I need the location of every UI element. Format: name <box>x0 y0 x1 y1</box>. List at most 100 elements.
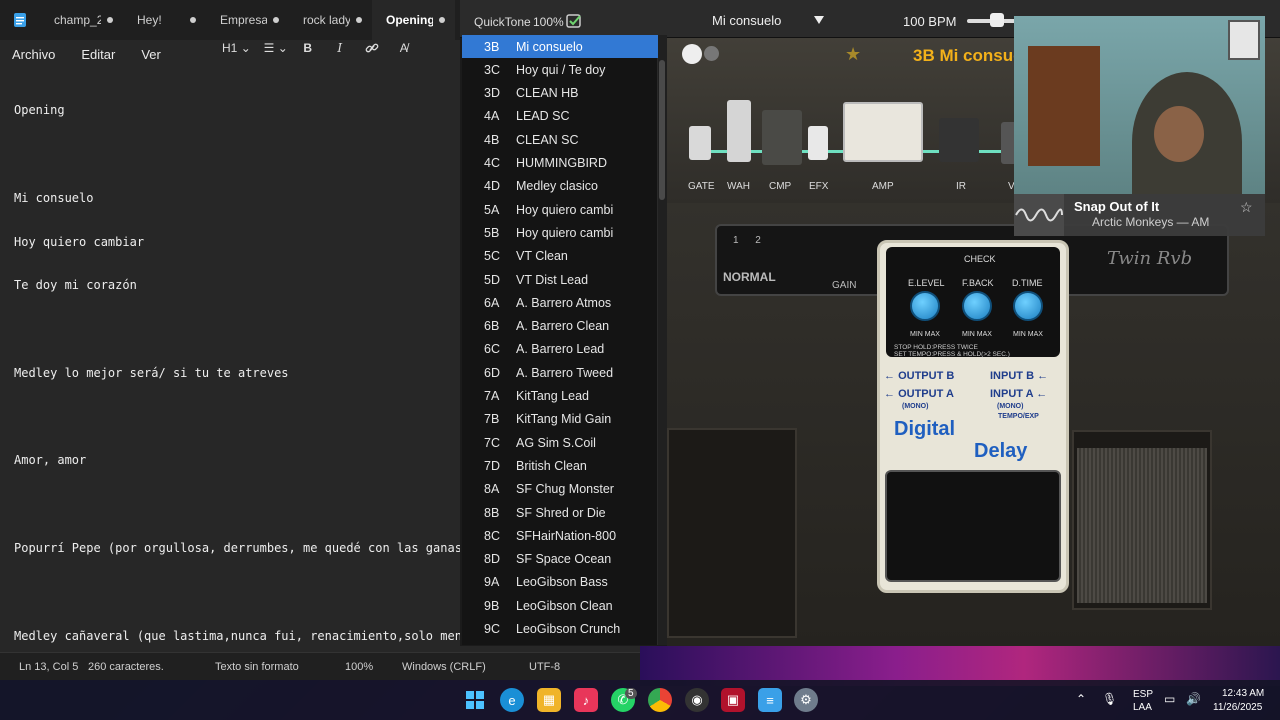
quicktone-label[interactable]: QuickTone <box>474 15 531 29</box>
preset-list-item[interactable]: 3C Hoy qui / Te doy <box>462 58 658 81</box>
preset-list-item[interactable]: 8D SF Space Ocean <box>462 548 658 571</box>
preset-list-item[interactable]: 4D Medley clasico <box>462 175 658 198</box>
italic-button[interactable]: I <box>327 37 353 59</box>
feedback-knob[interactable] <box>962 291 992 321</box>
gate-module[interactable] <box>689 126 711 160</box>
notepad-tab[interactable]: champ_21 <box>40 0 123 40</box>
preset-list: 3B Mi consuelo 3C Hoy qui / Te doy 3D CLEAN H… <box>462 35 658 645</box>
obs-icon[interactable]: ◉ <box>685 688 709 712</box>
heading-dropdown[interactable]: H1 ⌄ <box>222 37 251 59</box>
now-playing-card[interactable]: Snap Out of It Arctic Monkeys — AM ☆ <box>1014 194 1265 236</box>
menu-ver[interactable]: Ver <box>141 47 161 62</box>
menu-archivo[interactable]: Archivo <box>12 47 55 62</box>
preset-code: 9C <box>484 622 500 636</box>
music-icon[interactable]: ♪ <box>574 688 598 712</box>
preset-name: VT Dist Lead <box>516 272 589 287</box>
preset-list-item[interactable]: 4A LEAD SC <box>462 105 658 128</box>
input-b-label: INPUT B ← <box>990 370 1049 382</box>
link-button[interactable] <box>359 37 385 59</box>
char-count: 260 caracteres. <box>88 661 164 673</box>
preset-list-item[interactable]: 9C LeoGibson Crunch <box>462 618 658 641</box>
notepad-tab[interactable]: rock lady a <box>289 0 372 40</box>
home-icon[interactable] <box>704 46 719 61</box>
line-ending[interactable]: Windows (CRLF) <box>402 661 486 673</box>
start-icon[interactable] <box>463 688 487 712</box>
compressor-module[interactable] <box>762 110 802 165</box>
min-label: MIN <box>962 331 975 338</box>
amp-module[interactable] <box>843 102 923 162</box>
edge-icon[interactable]: e <box>500 688 524 712</box>
microphone-icon[interactable]: 🎙 <box>1102 692 1117 706</box>
e-level-knob[interactable] <box>910 291 940 321</box>
pedal-instructions: STOP HOLD:PRESS TWICE SET TEMPO:PRESS & H… <box>894 344 1010 358</box>
preset-list-item[interactable]: 6B A. Barrero Clean <box>462 315 658 338</box>
amp-app-icon[interactable]: ▣ <box>721 688 745 712</box>
preset-name: Hoy quiero cambi <box>516 202 614 217</box>
preset-list-item[interactable]: 3D CLEAN HB <box>462 82 658 105</box>
volume-icon[interactable]: 🔊 <box>1186 692 1201 706</box>
list-button[interactable]: ☰ ⌄ <box>263 37 289 59</box>
italic-icon: I <box>337 41 343 55</box>
preset-code: 7A <box>484 389 500 403</box>
menu-editar[interactable]: Editar <box>81 47 115 62</box>
preset-list-item[interactable]: 9B LeoGibson Clean <box>462 594 658 617</box>
preset-list-item[interactable]: 6C A. Barrero Lead <box>462 338 658 361</box>
notepad-tab[interactable]: Hey! <box>123 0 206 40</box>
efx-module[interactable] <box>808 126 828 160</box>
preset-code: 4A <box>484 109 500 124</box>
clock-date[interactable]: 11/26/2025 <box>1213 702 1262 713</box>
preset-list-item[interactable]: 5C VT Clean <box>462 245 658 268</box>
amp-inputs-label: 1 2 <box>733 235 761 246</box>
preset-list-item[interactable]: 5A Hoy quiero cambi <box>462 198 658 221</box>
ir-module[interactable] <box>939 118 979 162</box>
notepad-tab[interactable]: Empresa n <box>206 0 289 40</box>
notepad-status-bar: Ln 13, Col 5 260 caracteres. Texto sin f… <box>0 652 640 680</box>
clock-time[interactable]: 12:43 AM <box>1222 688 1264 699</box>
chrome-icon[interactable] <box>648 688 672 712</box>
tuner-check-icon[interactable] <box>565 11 583 29</box>
preset-list-item[interactable]: 3B Mi consuelo <box>462 35 658 58</box>
preset-list-item[interactable]: 4B CLEAN SC <box>462 128 658 151</box>
notepad-tab-active[interactable]: Opening <box>372 0 455 40</box>
zoom-level[interactable]: 100% <box>345 661 373 673</box>
clear-format-button[interactable]: A̸ <box>391 37 417 59</box>
preset-list-item[interactable]: 9A LeoGibson Bass <box>462 571 658 594</box>
preset-list-item[interactable]: 5B Hoy quiero cambi <box>462 221 658 244</box>
preset-list-item[interactable]: 5D VT Dist Lead <box>462 268 658 291</box>
preset-list-item[interactable]: 8C SFHairNation-800 <box>462 524 658 547</box>
favorite-star-icon[interactable]: ☆ <box>1240 199 1253 216</box>
preset-list-item[interactable]: 7B KitTang Mid Gain <box>462 408 658 431</box>
notepad-taskbar-icon[interactable]: ≡ <box>758 688 782 712</box>
network-icon[interactable]: ▭ <box>1164 692 1175 706</box>
chevron-down-icon: ⌄ <box>277 41 288 55</box>
preset-list-item[interactable]: 6A A. Barrero Atmos <box>462 291 658 314</box>
preset-code: 6B <box>484 319 500 334</box>
preset-list-item[interactable]: 7C AG Sim S.Coil <box>462 431 658 454</box>
preset-list-item[interactable]: 7D British Clean <box>462 454 658 477</box>
language-label[interactable]: ESP <box>1133 689 1153 700</box>
user-icon[interactable] <box>682 44 702 64</box>
preset-list-item[interactable]: 4C HUMMINGBIRD <box>462 152 658 175</box>
preset-list-item[interactable]: 8B SF Shred or Die <box>462 501 658 524</box>
output-label: OUTPUT <box>898 370 944 382</box>
scrollbar-thumb[interactable] <box>659 60 665 200</box>
input-2-label: 2 <box>755 235 761 246</box>
wah-module[interactable] <box>727 100 751 162</box>
keyboard-layout-label[interactable]: LAA <box>1133 702 1152 713</box>
preset-list-item[interactable]: 6D A. Barrero Tweed <box>462 361 658 384</box>
favorite-star-icon[interactable]: ★ <box>845 44 861 65</box>
delay-time-knob[interactable] <box>1013 291 1043 321</box>
bold-button[interactable]: B <box>295 37 321 59</box>
chevron-up-icon[interactable]: ⌃ <box>1076 692 1086 706</box>
input-a-label: INPUT A ← <box>990 388 1048 400</box>
preset-list-item[interactable]: 7A KitTang Lead <box>462 385 658 408</box>
settings-gear-icon[interactable]: ⚙ <box>794 688 818 712</box>
dropdown-arrow-icon[interactable] <box>814 16 824 24</box>
preset-name: CLEAN HB <box>516 86 579 101</box>
store-icon[interactable]: ▦ <box>537 688 561 712</box>
bpm-slider-handle[interactable] <box>990 13 1004 27</box>
footswitch[interactable] <box>885 470 1061 582</box>
preset-selector[interactable]: Mi consuelo <box>712 13 781 28</box>
encoding[interactable]: UTF-8 <box>529 661 560 673</box>
preset-list-item[interactable]: 8A SF Chug Monster <box>462 478 658 501</box>
